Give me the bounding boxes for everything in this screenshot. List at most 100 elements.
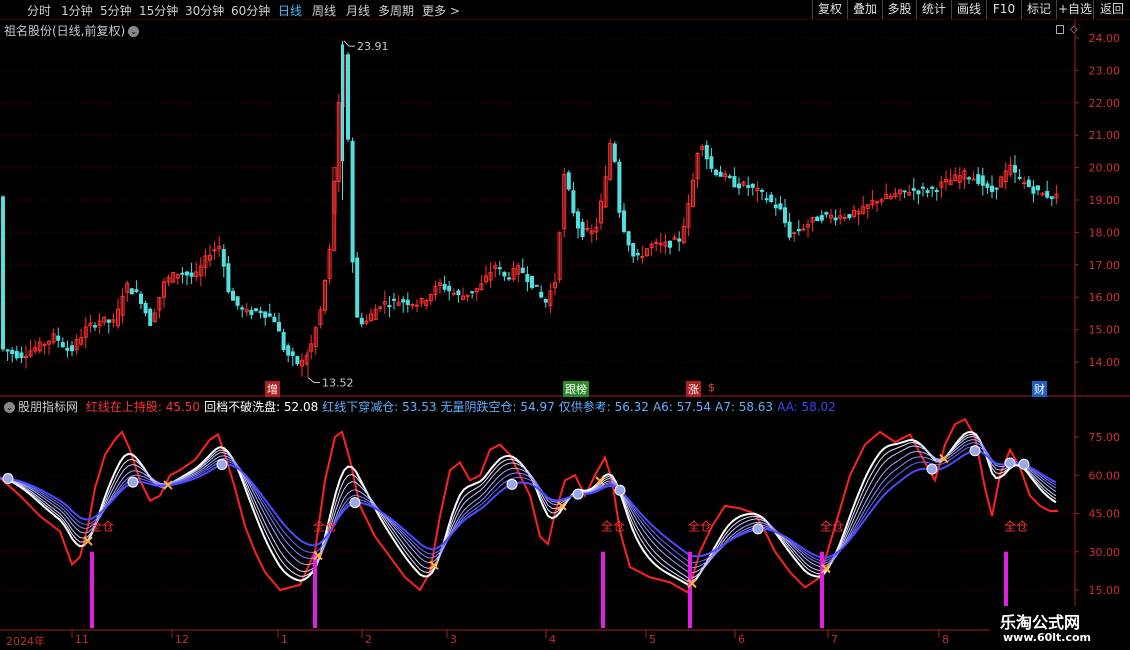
- candle-body: [571, 190, 576, 214]
- chevron-down-icon[interactable]: ⌄: [4, 402, 15, 413]
- candle-body: [5, 349, 10, 352]
- candle-body: [769, 194, 774, 203]
- candle-body: [778, 203, 783, 210]
- signal-label: 全仓: [688, 518, 712, 533]
- indicator-item-2: 红线下穿减仓: 53.53: [322, 400, 437, 414]
- price-axis-label: 16.00: [1089, 291, 1121, 304]
- marker-dot: [572, 488, 584, 500]
- indicator-name: 股朋指标网: [18, 400, 79, 414]
- watermark-url: www.60lt.com: [1003, 631, 1092, 644]
- candle-body: [346, 54, 350, 140]
- candle-body: [415, 304, 419, 307]
- candle-body: [934, 189, 939, 192]
- indicator-item-4: 仅供参考: 56.32: [558, 400, 649, 414]
- candle-body: [442, 284, 447, 290]
- candle-body: [783, 207, 787, 224]
- candle-body: [93, 325, 97, 328]
- candle-body: [249, 309, 254, 316]
- marker-dot: [752, 523, 764, 535]
- signal-label: 全仓: [820, 518, 844, 533]
- candle-body: [497, 267, 502, 270]
- chart-annotation-1[interactable]: 跟榜: [563, 381, 589, 397]
- candle-body: [787, 221, 792, 238]
- candle-body: [221, 249, 226, 267]
- candle-body: [911, 188, 916, 191]
- candle-body: [746, 185, 751, 188]
- candle-body: [750, 183, 755, 188]
- candle-body: [902, 190, 907, 193]
- signal-label: 全仓: [313, 518, 337, 533]
- candle-body: [1045, 190, 1050, 198]
- candle-body: [405, 299, 410, 306]
- candle-body: [1049, 196, 1054, 199]
- candle-body: [65, 347, 70, 351]
- candle-body: [930, 186, 935, 189]
- candle-body: [580, 221, 585, 237]
- candle-body: [185, 271, 189, 276]
- candle-body: [760, 189, 764, 192]
- candle-body: [267, 313, 272, 317]
- indicator-axis-label: 15.00: [1089, 584, 1121, 597]
- chart-annotation-3[interactable]: $: [706, 381, 717, 394]
- price-axis-label: 21.00: [1089, 129, 1121, 142]
- candle-body: [773, 204, 778, 209]
- candle-body: [263, 311, 268, 318]
- candle-body: [212, 249, 217, 252]
- candle-body: [566, 172, 571, 190]
- candle-body: [718, 171, 723, 177]
- candle-body: [525, 274, 530, 283]
- candle-body: [815, 216, 820, 222]
- candle-body: [1031, 186, 1036, 194]
- marker-dot: [349, 497, 361, 509]
- chart-canvas: 24.00 23.00 22.00 21.00 20.00 19.00 18.00 17.00…: [0, 20, 1130, 638]
- candle-body: [180, 272, 185, 275]
- candle-body: [824, 212, 829, 215]
- candle-body: [921, 186, 925, 189]
- candle-body: [842, 216, 847, 219]
- candle-body: [709, 156, 714, 169]
- candle-body: [612, 143, 617, 162]
- candle-body: [1, 196, 5, 350]
- indicator-item-3: 无量阴跌空仓: 54.97: [440, 400, 555, 414]
- candle-body: [148, 308, 153, 327]
- red-oscillator-line: [0, 417, 1058, 595]
- candle-body: [714, 169, 718, 176]
- candle-body: [507, 277, 511, 280]
- candle-body: [235, 296, 240, 306]
- date-label-9: 7: [831, 633, 838, 646]
- candle-body: [286, 345, 291, 356]
- candle-body: [704, 144, 709, 160]
- candle-body: [792, 232, 797, 235]
- chart-annotation-4[interactable]: 财: [1032, 381, 1047, 397]
- signal-bar: [601, 551, 605, 628]
- candle-body: [60, 341, 65, 348]
- band-line-0: [0, 431, 1057, 586]
- candle-body: [833, 217, 838, 221]
- indicator-item-7: AA: 58.02: [777, 400, 836, 414]
- marker-dot: [2, 473, 14, 485]
- date-label-6: 4: [549, 633, 556, 646]
- candle-body: [19, 352, 24, 359]
- candle-body: [456, 290, 461, 296]
- candle-body: [668, 240, 672, 248]
- marker-dot: [614, 484, 626, 496]
- candle-body: [134, 289, 139, 292]
- date-label-3: 1: [281, 633, 288, 646]
- candle-body: [281, 332, 286, 351]
- signal-bar: [820, 551, 824, 628]
- candle-body: [764, 198, 769, 201]
- watermark-title: 乐淘公式网: [1000, 613, 1081, 632]
- candle-body: [240, 307, 245, 310]
- candle-body: [530, 275, 534, 289]
- candle-body: [819, 215, 824, 221]
- candle-body: [10, 349, 15, 354]
- candle-body: [543, 299, 548, 303]
- candle-body: [258, 310, 263, 314]
- chart-annotation-0[interactable]: 增: [265, 381, 280, 397]
- indicator-title: ⌄ 股朋指标网 红线在上持股: 45.50 回档不破洗盘: 52.08 红线下穿减仓:…: [4, 398, 840, 415]
- signal-bar: [90, 551, 94, 628]
- candle-body: [350, 140, 355, 263]
- candle-body: [925, 190, 930, 193]
- date-label-1: 11: [75, 633, 89, 646]
- chart-annotation-2[interactable]: 涨: [686, 381, 701, 397]
